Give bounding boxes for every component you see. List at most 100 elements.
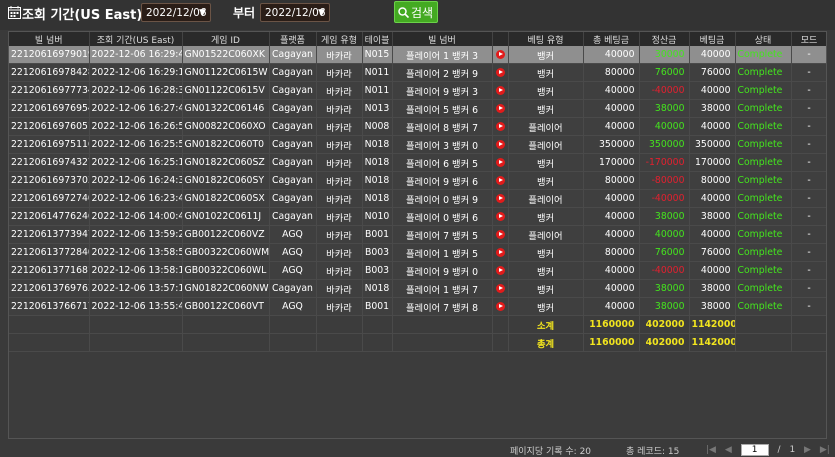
play-icon[interactable]	[495, 230, 505, 239]
prev-page-icon[interactable]: ◀	[725, 445, 732, 455]
play-icon[interactable]	[495, 302, 505, 311]
play-icon[interactable]	[495, 248, 505, 257]
summary-cell	[392, 315, 493, 334]
column-header[interactable]: 정산금	[639, 32, 690, 46]
table-cell: Complete	[735, 135, 792, 154]
column-header[interactable]	[492, 32, 509, 46]
table-row[interactable]: 2212061377284032022-12-06 13:58:52GB0032…	[9, 243, 826, 262]
table-row[interactable]: 2212061377394732022-12-06 13:59:28GB0012…	[9, 225, 826, 244]
summary-cell	[269, 315, 317, 334]
column-header[interactable]: 게임 유형	[316, 32, 363, 46]
play-icon[interactable]	[495, 86, 505, 95]
replay-cell	[492, 117, 509, 136]
subtotal-row: 소계 1160000 402000 1142000	[9, 315, 826, 334]
search-button[interactable]: 검색	[394, 1, 438, 23]
table-cell: AGQ	[269, 261, 317, 280]
column-header[interactable]: 상태	[735, 32, 792, 46]
replay-cell	[492, 81, 509, 100]
table-cell: 221206169727403	[9, 189, 90, 208]
summary-cell: 1160000	[583, 315, 640, 334]
table-cell: 2022-12-06 13:58:52	[89, 243, 183, 262]
table-cell: 40000	[583, 207, 640, 226]
play-icon[interactable]	[495, 122, 505, 131]
column-header[interactable]: 베팅금	[689, 32, 736, 46]
replay-cell	[492, 153, 509, 172]
table-row[interactable]: 2212061477624682022-12-06 14:00:47GN0102…	[9, 207, 826, 226]
play-icon[interactable]	[495, 50, 505, 59]
table-row[interactable]: 2212061697432752022-12-06 16:25:12GN0182…	[9, 153, 826, 172]
table-cell: GN01822C060SZ	[182, 153, 270, 172]
table-cell: Cagayan	[269, 117, 317, 136]
next-page-icon[interactable]: ▶	[804, 445, 811, 455]
table-row[interactable]: 2212061697901932022-12-06 16:29:42GN0152…	[9, 46, 826, 64]
table-cell: 221206137667174	[9, 297, 90, 316]
table-row[interactable]: 2212061697605142022-12-06 16:26:54GN0082…	[9, 117, 826, 136]
first-page-icon[interactable]: |◀	[706, 445, 716, 455]
column-header[interactable]: 베팅 유형	[508, 32, 584, 46]
table-row[interactable]: 2212061376976342022-12-06 13:57:17GN0182…	[9, 279, 826, 298]
table-cell: -40000	[639, 81, 690, 100]
table-cell: 뱅커	[508, 153, 584, 172]
column-header[interactable]: 게임 ID	[182, 32, 270, 46]
table-cell: 뱅커	[508, 99, 584, 118]
page-number-input[interactable]: 1	[740, 444, 769, 456]
summary-cell	[492, 315, 509, 334]
table-cell: 170000	[689, 153, 736, 172]
table-row[interactable]: 2212061377168172022-12-06 13:58:16GB0032…	[9, 261, 826, 280]
table-row[interactable]: 2212061376671742022-12-06 13:55:41GB0012…	[9, 297, 826, 316]
table-cell: GB00122C060VT	[182, 297, 270, 316]
table-cell: 플레이어 6 뱅커 5	[392, 153, 493, 172]
column-header[interactable]: 플랫폼	[269, 32, 317, 46]
date-from-select[interactable]: 2022/12/06 ▼	[141, 3, 211, 22]
date-to-value: 2022/12/06	[265, 7, 326, 19]
column-header[interactable]: 테이블	[362, 32, 393, 46]
table-row[interactable]: 2212061697695452022-12-06 16:27:45GN0132…	[9, 99, 826, 118]
table-cell: 플레이어 0 뱅커 6	[392, 207, 493, 226]
column-header[interactable]: 조회 기간(US East)	[89, 32, 183, 46]
play-icon[interactable]	[495, 194, 505, 203]
table-cell: N011	[362, 63, 393, 82]
column-header[interactable]: 빌 넘버	[392, 32, 493, 46]
play-icon[interactable]	[495, 176, 505, 185]
column-header[interactable]: 빌 넘버	[9, 32, 90, 46]
column-header[interactable]: 총 베팅금	[583, 32, 640, 46]
play-icon[interactable]	[495, 266, 505, 275]
summary-cell: 402000	[639, 315, 690, 334]
play-icon[interactable]	[495, 68, 505, 77]
table-cell: Complete	[735, 81, 792, 100]
table-cell: GB00122C060VZ	[182, 225, 270, 244]
table-cell: 2022-12-06 16:28:31	[89, 81, 183, 100]
table-cell: -	[791, 207, 826, 226]
table-cell: -	[791, 279, 826, 298]
table-cell: 바카라	[316, 46, 363, 64]
table-cell: Complete	[735, 117, 792, 136]
play-icon[interactable]	[495, 104, 505, 113]
table-cell: 뱅커	[508, 297, 584, 316]
table-cell: 뱅커	[508, 46, 584, 64]
table-cell: 350000	[583, 135, 640, 154]
table-row[interactable]: 2212061697370352022-12-06 16:24:32GN0182…	[9, 171, 826, 190]
play-icon[interactable]	[495, 212, 505, 221]
table-cell: GB00322C060WL	[182, 261, 270, 280]
table-row[interactable]: 2212061697773472022-12-06 16:28:31GN0112…	[9, 81, 826, 100]
table-row[interactable]: 2212061697842802022-12-06 16:29:10GN0112…	[9, 63, 826, 82]
table-cell: 플레이어	[508, 135, 584, 154]
table-cell: 바카라	[316, 279, 363, 298]
table-cell: 40000	[583, 189, 640, 208]
table-cell: 221206147762468	[9, 207, 90, 226]
column-header[interactable]: 모드	[791, 32, 826, 46]
table-cell: 80000	[689, 171, 736, 190]
table-row[interactable]: 2212061697511602022-12-06 16:25:58GN0182…	[9, 135, 826, 154]
play-icon[interactable]	[495, 140, 505, 149]
table-row[interactable]: 2212061697274032022-12-06 16:23:41GN0182…	[9, 189, 826, 208]
period-label: 조회 기간(US East)	[22, 8, 143, 23]
play-icon[interactable]	[495, 284, 505, 293]
date-to-select[interactable]: 2022/12/06 ▼	[260, 3, 330, 22]
table-cell: AGQ	[269, 297, 317, 316]
last-page-icon[interactable]: ▶|	[820, 445, 830, 455]
table-cell: 플레이어 1 뱅커 7	[392, 279, 493, 298]
table-cell: 80000	[583, 63, 640, 82]
table-cell: 40000	[583, 297, 640, 316]
play-icon[interactable]	[495, 158, 505, 167]
table-cell: GN01822C060T0	[182, 135, 270, 154]
